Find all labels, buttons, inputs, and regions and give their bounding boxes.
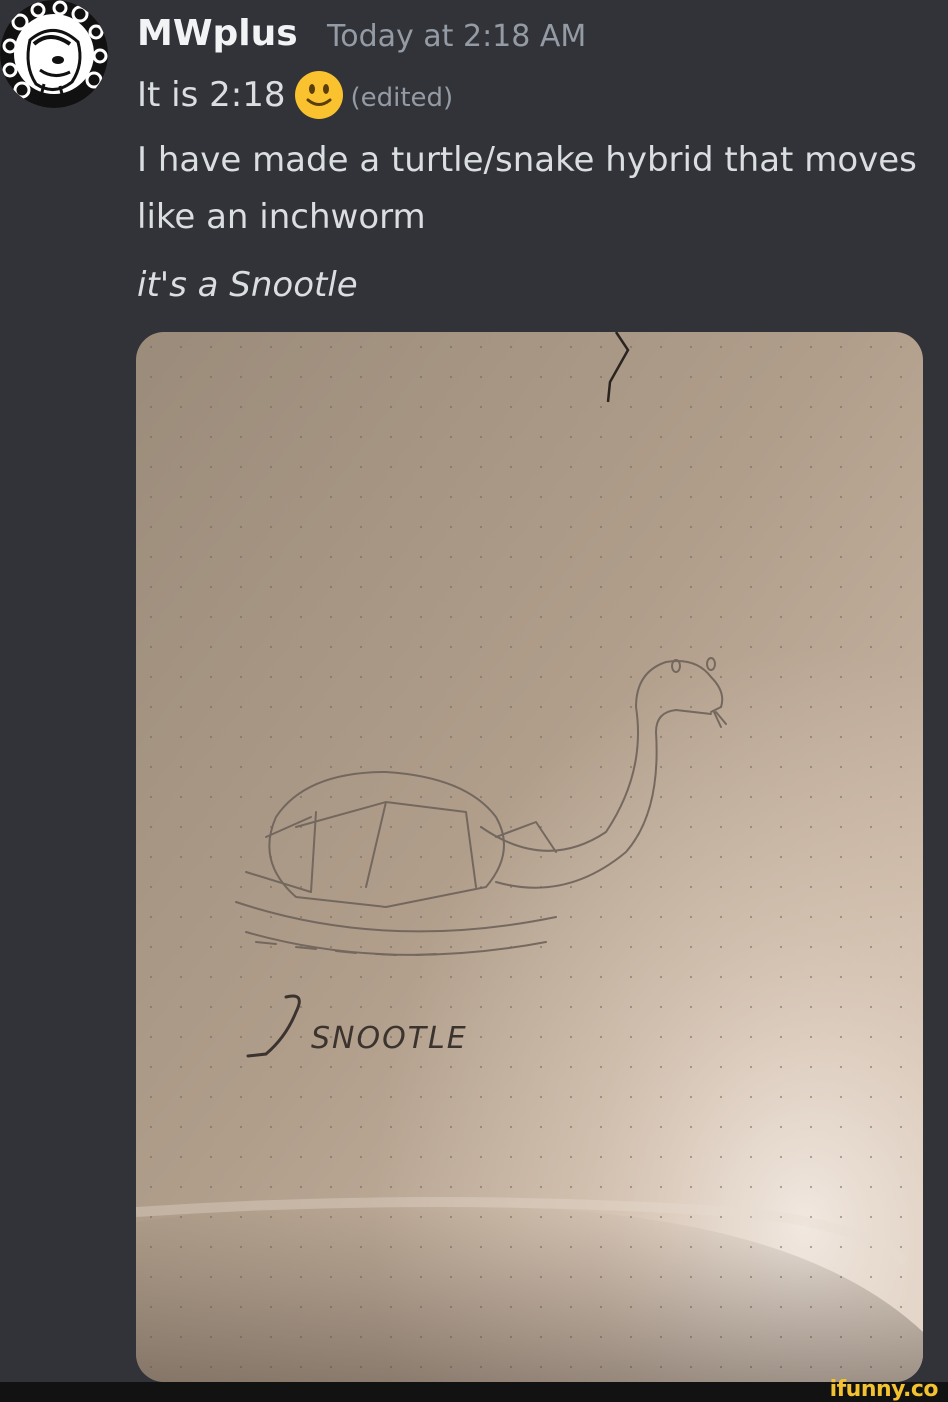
footer-bar [0,1382,948,1402]
message-line-2: I have made a turtle/snake hybrid that m… [137,140,917,180]
edited-label: (edited) [350,83,454,113]
message-timestamp[interactable]: Today at 2:18 AM [327,17,586,57]
message-line-1: It is 2:18 (edited) [137,70,453,120]
avatar-image [0,0,108,108]
chat-view: MWplus Today at 2:18 AM It is 2:18 (edit… [0,0,948,1402]
watermark-logo: ifunny.co [829,1377,939,1402]
notebook-drawing-photo: SNOOTLE [136,332,923,1382]
user-avatar[interactable] [0,0,108,108]
message-text: It is 2:18 [137,75,286,115]
handwritten-text: SNOOTLE [311,1021,468,1056]
message-line-4: it's a Snootle [137,265,358,305]
author-name[interactable]: MWplus [137,10,298,58]
image-attachment[interactable]: SNOOTLE [136,332,923,1382]
slightly-smiling-face-icon[interactable] [294,70,344,120]
message-line-3: like an inchworm [137,197,426,237]
